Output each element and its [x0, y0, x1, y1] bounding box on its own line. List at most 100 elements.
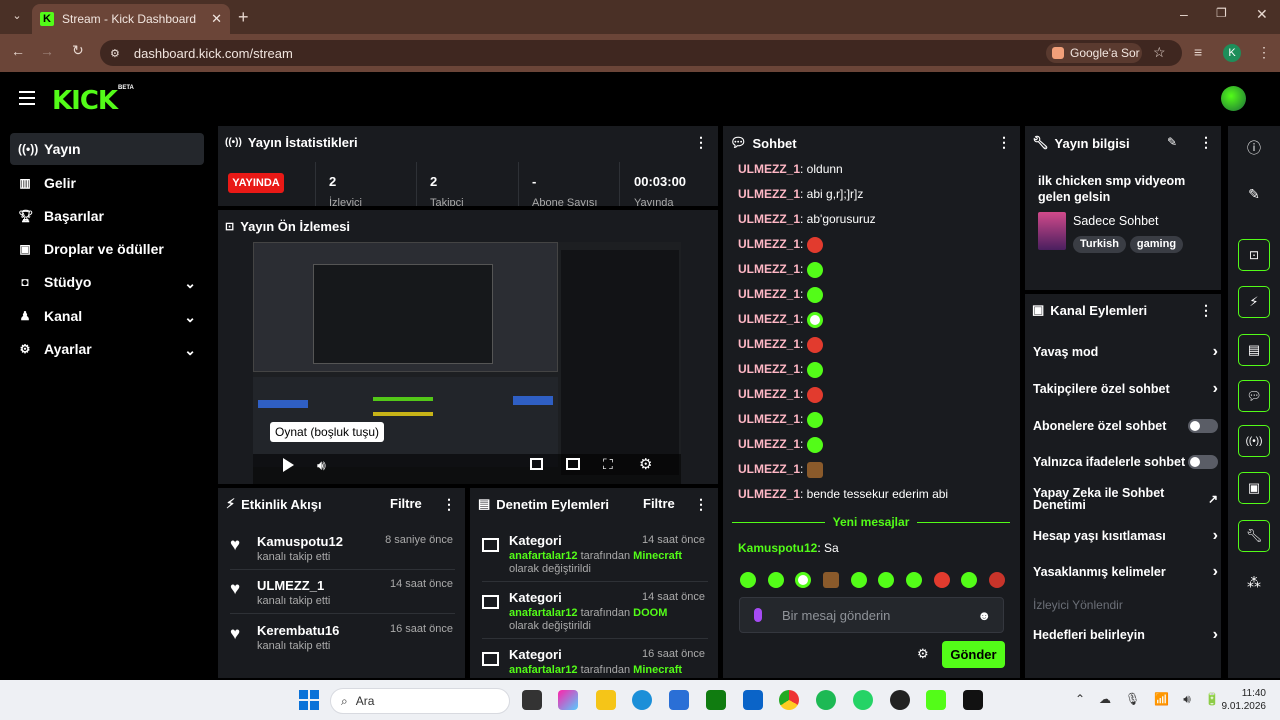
chat-username[interactable]: ULMEZZ_1	[738, 312, 800, 326]
sidebar-item-ayarlar[interactable]: ⚙ Ayarlar ⌄	[10, 333, 204, 365]
banned-words-row[interactable]: Yasaklanmış kelimeler ›	[1033, 562, 1218, 582]
set-goals-row[interactable]: Hedefleri belirleyin ›	[1033, 625, 1218, 645]
chat-username[interactable]: ULMEZZ_1	[738, 487, 800, 501]
maximize-button[interactable]: ❐	[1216, 6, 1227, 20]
emote-icon[interactable]	[807, 287, 824, 303]
moderation-user[interactable]: anafartalar12	[509, 550, 578, 562]
profile-avatar[interactable]: K	[1223, 44, 1241, 62]
tag[interactable]: gaming	[1129, 235, 1184, 253]
tag[interactable]: Turkish	[1073, 235, 1126, 253]
stream-info-menu-icon[interactable]: ⋮	[1199, 134, 1213, 151]
forward-icon[interactable]: →	[40, 43, 54, 59]
store-icon[interactable]	[669, 690, 689, 710]
browser-tab[interactable]: K Stream - Kick Dashboard ✕	[32, 4, 230, 34]
chat-username[interactable]: ULMEZZ_1	[738, 412, 800, 426]
sidebar-item-kanal[interactable]: ♟ Kanal ⌄	[10, 300, 204, 332]
emote-icon[interactable]	[807, 237, 824, 253]
sidebar-item-studyo[interactable]: ◘ Stüdyo ⌄	[10, 266, 204, 298]
moderation-target[interactable]: Minecraft	[633, 664, 682, 676]
edit-pencil-icon[interactable]: ✎	[1167, 135, 1177, 149]
stream-info-panel-icon[interactable]: 🔧︎	[1238, 520, 1270, 552]
chat-username[interactable]: ULMEZZ_1	[738, 287, 800, 301]
edit-icon[interactable]: ✎	[1238, 178, 1270, 210]
preview-panel-icon[interactable]: ⊡	[1238, 239, 1270, 271]
kick-logo[interactable]: KICK	[52, 86, 118, 116]
emote-icon[interactable]	[807, 362, 824, 378]
browser-menu-icon[interactable]: ⋮	[1257, 44, 1271, 61]
stream-video[interactable]	[253, 242, 681, 484]
emote-icon[interactable]	[988, 572, 1005, 588]
activity-filter-button[interactable]: Filtre	[390, 496, 422, 511]
stats-menu-icon[interactable]: ⋮	[694, 134, 708, 151]
emote-icon[interactable]	[807, 437, 824, 453]
chat-input[interactable]: Bir mesaj gönderin ☻	[739, 597, 1004, 633]
emote-icon[interactable]	[807, 387, 824, 403]
activity-menu-icon[interactable]: ⋮	[442, 496, 456, 513]
sidebar-item-droplar[interactable]: ▣ Droplar ve ödüller	[10, 233, 204, 265]
emote-icon[interactable]	[767, 572, 784, 588]
emote-icon[interactable]	[807, 312, 824, 328]
clock[interactable]: 11:40 9.01.2026	[1210, 687, 1267, 713]
obs-icon[interactable]	[890, 690, 910, 710]
emote-icon[interactable]	[807, 337, 824, 353]
add-widget-icon[interactable]: ⁂	[1238, 566, 1270, 598]
kick-app-icon[interactable]	[926, 690, 946, 710]
microphone-icon[interactable]	[754, 608, 762, 622]
chat-settings-icon[interactable]: ⚙	[917, 646, 929, 662]
moderation-user[interactable]: anafartalar12	[509, 664, 578, 676]
emote-icon[interactable]	[807, 462, 824, 478]
chat-username[interactable]: ULMEZZ_1	[738, 187, 800, 201]
task-view-icon[interactable]	[522, 690, 542, 710]
copilot-icon[interactable]	[558, 690, 578, 710]
emote-icon[interactable]	[905, 572, 922, 588]
emote-icon[interactable]	[822, 572, 839, 588]
emote-icon[interactable]	[878, 572, 895, 588]
play-icon[interactable]	[283, 458, 294, 472]
chat-username[interactable]: ULMEZZ_1	[738, 362, 800, 376]
channel-actions-menu-icon[interactable]: ⋮	[1199, 302, 1213, 319]
volume-icon[interactable]: 🔊︎	[317, 457, 326, 474]
send-button[interactable]: Gönder	[942, 641, 1005, 668]
category-name[interactable]: Sadece Sohbet	[1073, 214, 1159, 228]
close-window-button[interactable]: ✕	[1256, 6, 1268, 23]
taskbar-search[interactable]: ⌕ Ara	[330, 688, 510, 714]
ask-google-button[interactable]: Google'a Sor	[1046, 43, 1142, 63]
reading-list-icon[interactable]: ≡	[1194, 44, 1202, 60]
emote-icon[interactable]	[795, 572, 812, 588]
chat-username[interactable]: ULMEZZ_1	[738, 462, 800, 476]
tab-close-icon[interactable]: ✕	[211, 11, 222, 27]
miniplayer-icon[interactable]	[530, 458, 543, 470]
hamburger-menu-icon[interactable]	[19, 91, 35, 105]
subscribers-only-toggle[interactable]	[1188, 419, 1218, 433]
chat-panel-icon[interactable]: 💬︎	[1238, 380, 1270, 412]
sidebar-item-yayin[interactable]: ((•)) Yayın	[10, 133, 204, 165]
emote-only-toggle[interactable]	[1188, 455, 1218, 469]
emote-icon[interactable]	[961, 572, 978, 588]
back-icon[interactable]: ←	[11, 43, 25, 59]
app-icon[interactable]	[963, 690, 983, 710]
user-avatar[interactable]	[1221, 86, 1246, 111]
fullscreen-icon[interactable]: ⛶	[603, 456, 613, 473]
outlook-icon[interactable]	[743, 690, 763, 710]
slow-mode-row[interactable]: Yavaş mod ›	[1033, 342, 1218, 362]
moderation-target[interactable]: Minecraft	[633, 550, 682, 562]
chrome-icon[interactable]	[779, 690, 799, 710]
emote-icon[interactable]	[850, 572, 867, 588]
file-explorer-icon[interactable]	[596, 690, 616, 710]
reload-icon[interactable]: ↻	[72, 42, 84, 59]
theater-icon[interactable]	[566, 458, 580, 470]
chat-username[interactable]: ULMEZZ_1	[738, 262, 800, 276]
chat-username[interactable]: ULMEZZ_1	[738, 387, 800, 401]
chat-username[interactable]: ULMEZZ_1	[738, 337, 800, 351]
moderation-user[interactable]: anafartalar12	[509, 607, 578, 619]
chat-username[interactable]: ULMEZZ_1	[738, 212, 800, 226]
emote-icon[interactable]	[807, 262, 824, 278]
moderation-filter-button[interactable]: Filtre	[643, 496, 675, 511]
info-icon[interactable]: ⓘ	[1238, 132, 1270, 164]
account-age-row[interactable]: Hesap yaşı kısıtlaması ›	[1033, 526, 1218, 546]
emote-icon[interactable]	[740, 572, 756, 588]
chat-username[interactable]: Kamuspotu12	[738, 541, 817, 555]
chat-username[interactable]: ULMEZZ_1	[738, 437, 800, 451]
emote-icon[interactable]	[807, 412, 824, 428]
sidebar-item-basarilar[interactable]: 🏆︎ Başarılar	[10, 200, 204, 232]
